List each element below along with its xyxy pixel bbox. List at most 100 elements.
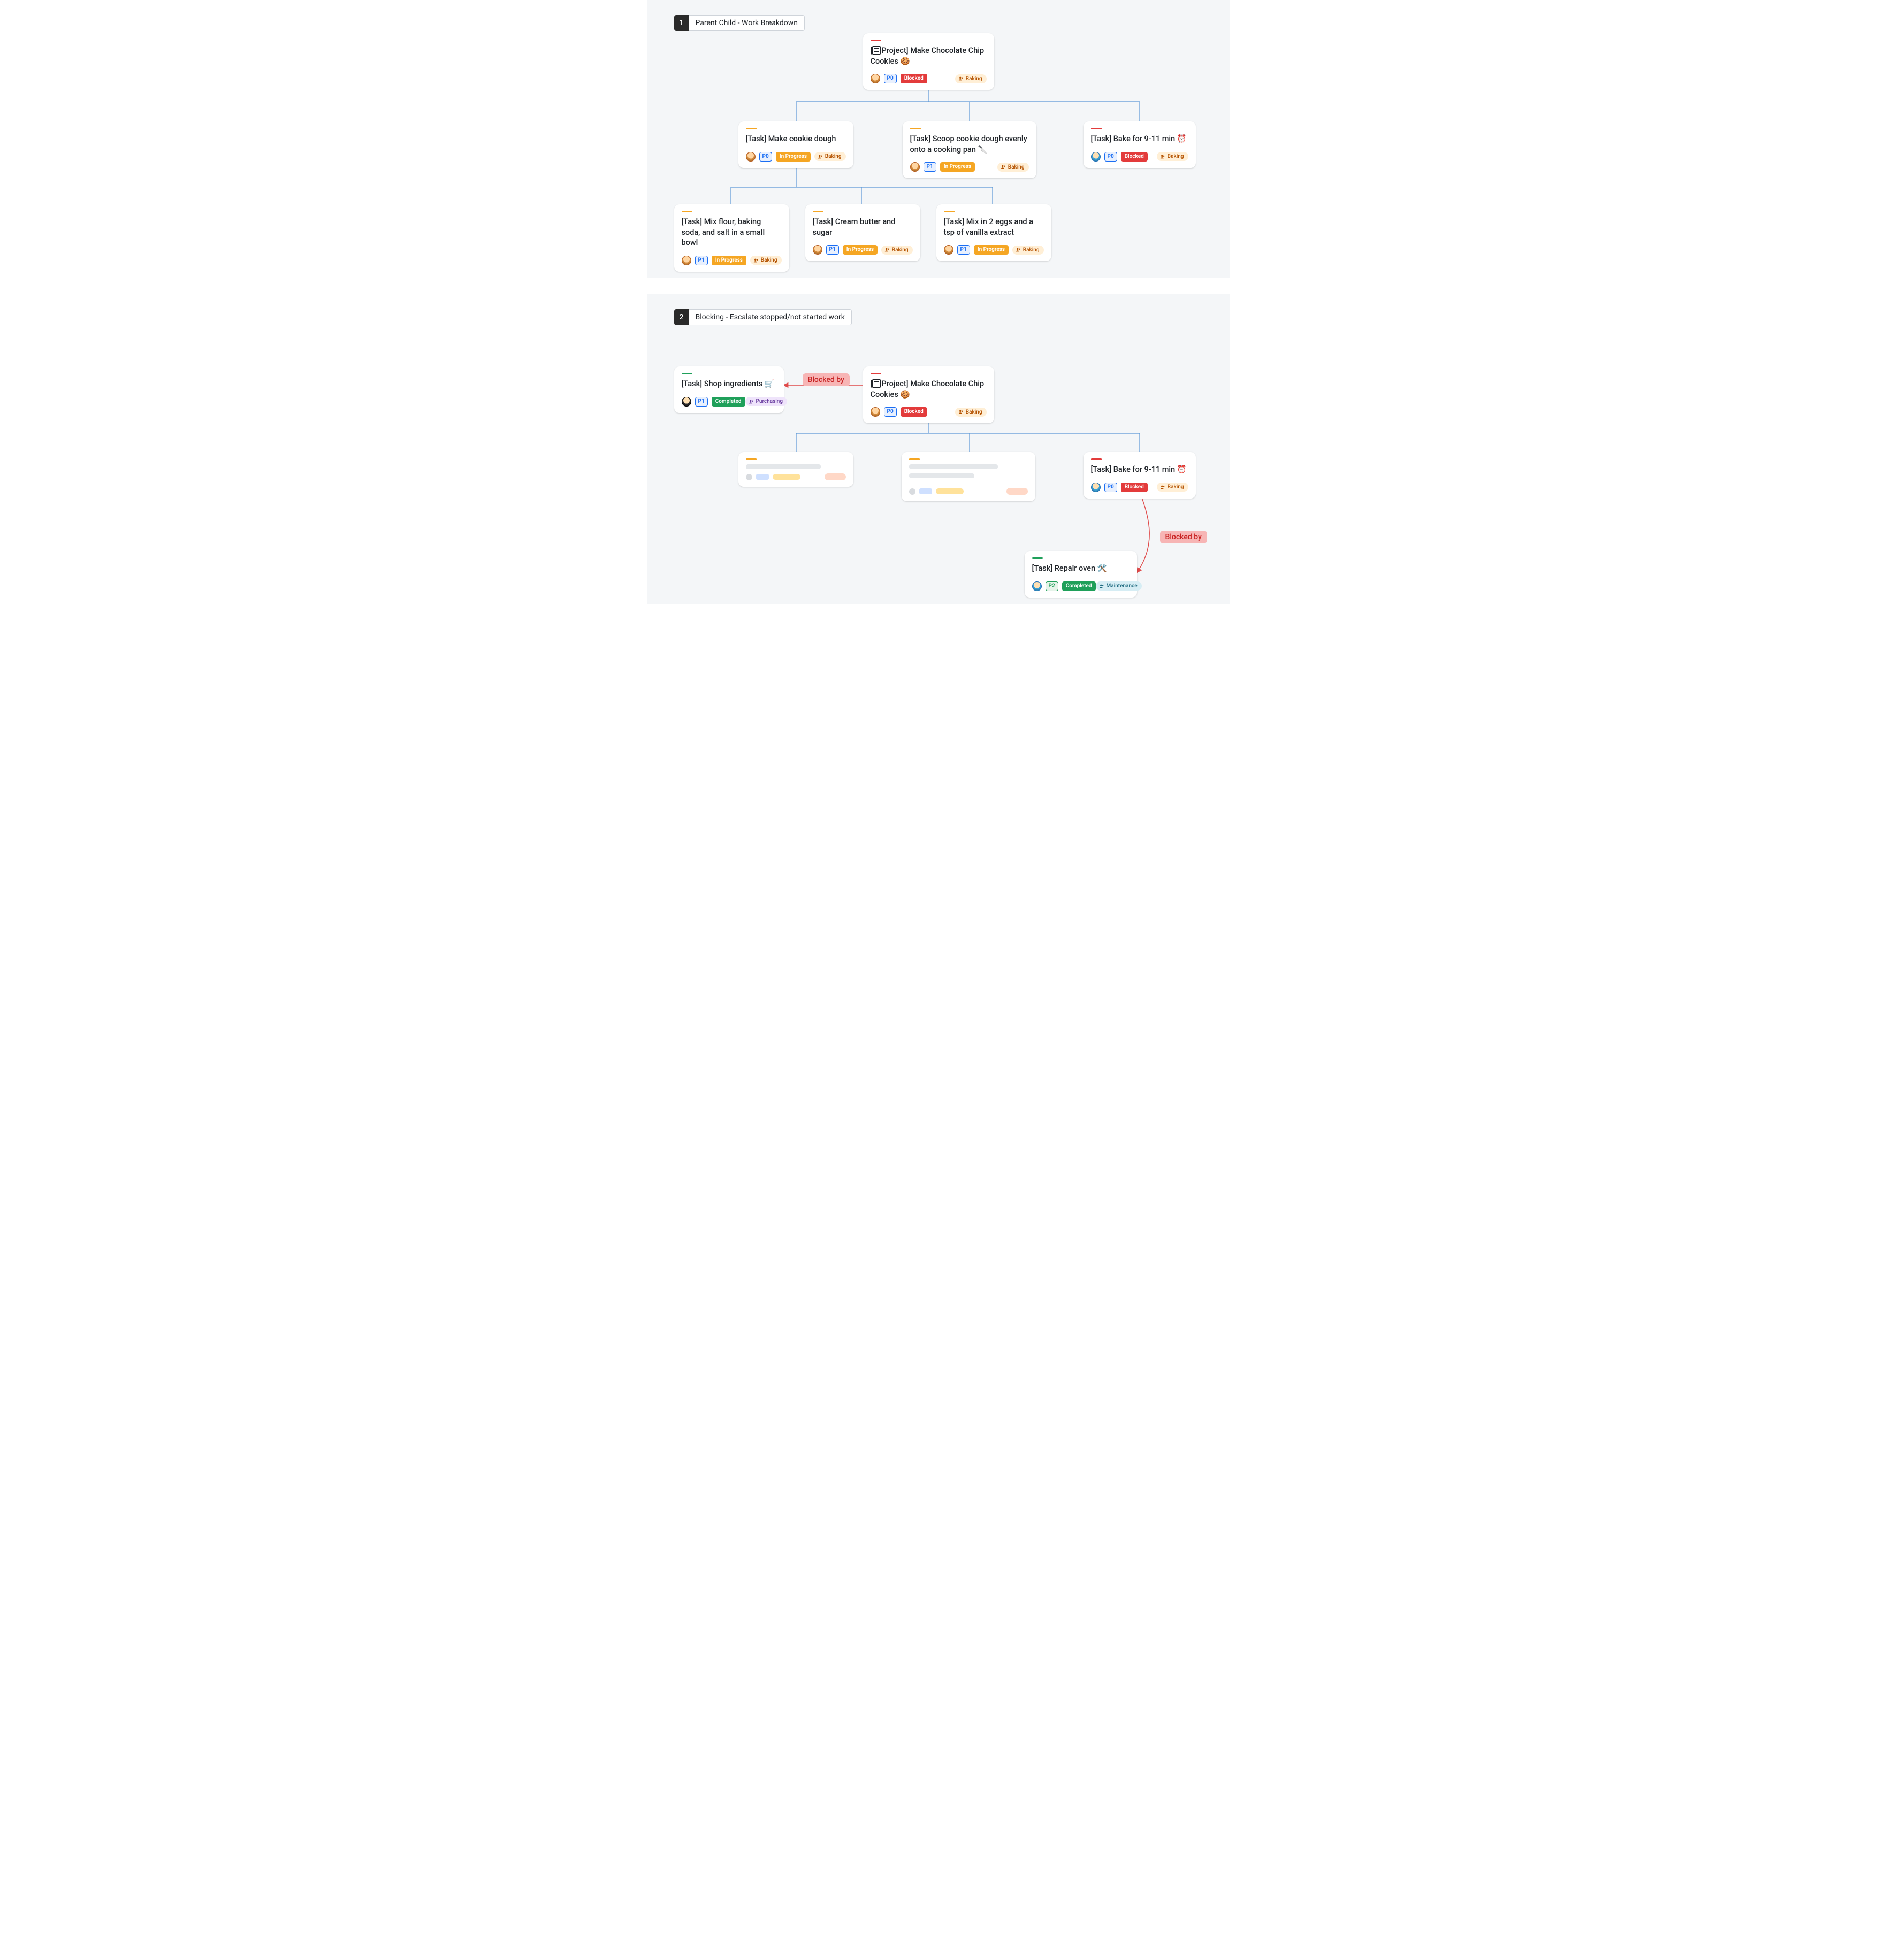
card-title: [Task] Repair oven 🛠️ xyxy=(1032,563,1130,574)
status-bar xyxy=(682,373,692,374)
status-pill: In Progress xyxy=(974,245,1009,255)
card-title: [Project] Make Chocolate Chip Cookies 🍪 xyxy=(871,45,987,66)
category-tag: Baking xyxy=(1157,152,1188,161)
status-pill: Blocked xyxy=(1121,152,1148,162)
skeleton-priority xyxy=(756,474,769,480)
card-task-shop-ingredients[interactable]: [Task] Shop ingredients 🛒 P1 Completed P… xyxy=(674,366,784,413)
section-label: Parent Child - Work Breakdown xyxy=(689,15,805,31)
skeleton-status xyxy=(936,488,964,494)
skeleton-status xyxy=(773,474,800,480)
card-task-cream-butter[interactable]: [Task] Cream butter and sugar P1 In Prog… xyxy=(805,204,920,261)
team-icon xyxy=(1016,247,1021,252)
team-icon xyxy=(1160,485,1165,490)
team-icon xyxy=(1160,154,1165,159)
skeleton-tag xyxy=(1006,488,1028,495)
team-icon xyxy=(958,76,964,81)
priority-badge: P0 xyxy=(1104,152,1117,162)
skeleton-priority xyxy=(919,488,932,494)
category-tag: Baking xyxy=(955,408,987,417)
assignee-avatar xyxy=(944,245,953,255)
skeleton-text xyxy=(909,464,998,469)
assignee-avatar xyxy=(871,407,880,417)
status-pill: In Progress xyxy=(776,152,811,162)
card-task-scoop-dough[interactable]: [Task] Scoop cookie dough evenly onto a … xyxy=(903,121,1036,178)
assignee-avatar xyxy=(682,256,691,265)
priority-badge: P1 xyxy=(957,245,970,255)
status-bar xyxy=(813,211,823,212)
status-bar xyxy=(944,211,955,212)
status-pill: In Progress xyxy=(843,245,878,255)
card-placeholder xyxy=(738,452,853,487)
status-bar xyxy=(1091,458,1102,460)
team-icon xyxy=(753,258,759,263)
skeleton-avatar xyxy=(909,488,915,495)
section-header: 2 Blocking - Escalate stopped/not starte… xyxy=(674,309,852,325)
status-bar xyxy=(746,458,757,460)
assignee-avatar xyxy=(682,397,691,407)
card-task-mix-eggs[interactable]: [Task] Mix in 2 eggs and a tsp of vanill… xyxy=(936,204,1051,261)
priority-badge: P0 xyxy=(884,74,897,83)
assignee-avatar xyxy=(910,162,920,172)
skeleton-text xyxy=(909,473,974,478)
assignee-avatar xyxy=(871,74,880,83)
status-bar xyxy=(682,211,692,212)
status-pill: Completed xyxy=(712,397,745,407)
assignee-avatar xyxy=(813,245,822,255)
priority-badge: P1 xyxy=(924,162,936,172)
skeleton-avatar xyxy=(746,474,752,480)
category-tag: Baking xyxy=(1157,483,1188,492)
category-tag: Baking xyxy=(814,152,846,161)
blocked-by-label: Blocked by xyxy=(803,373,850,386)
team-icon xyxy=(1001,164,1006,170)
card-project-make-cookies[interactable]: [Project] Make Chocolate Chip Cookies 🍪 … xyxy=(863,33,994,90)
status-bar xyxy=(909,458,920,460)
status-bar xyxy=(746,128,757,129)
status-pill: Completed xyxy=(1062,581,1096,591)
priority-badge: P1 xyxy=(695,256,708,265)
priority-badge: P1 xyxy=(695,397,708,407)
card-title: [Task] Make cookie dough xyxy=(746,134,846,144)
card-title: [Task] Bake for 9-11 min ⏰ xyxy=(1091,134,1188,144)
status-bar xyxy=(871,373,881,374)
priority-badge: P2 xyxy=(1046,581,1058,591)
card-title: [Task] Mix in 2 eggs and a tsp of vanill… xyxy=(944,217,1044,238)
status-pill: Blocked xyxy=(1121,483,1148,492)
document-icon xyxy=(872,379,881,388)
assignee-avatar xyxy=(746,152,756,162)
priority-badge: P0 xyxy=(759,152,772,162)
document-icon xyxy=(872,46,881,55)
assignee-avatar xyxy=(1091,483,1101,492)
card-title: [Task] Scoop cookie dough evenly onto a … xyxy=(910,134,1029,155)
category-tag: Maintenance xyxy=(1096,581,1142,591)
skeleton-tag xyxy=(825,473,846,480)
category-tag: Baking xyxy=(881,246,913,255)
card-placeholder xyxy=(902,452,1035,501)
card-project-make-cookies[interactable]: [Project] Make Chocolate Chip Cookies 🍪 … xyxy=(863,366,994,423)
team-icon xyxy=(884,247,890,252)
section-header: 1 Parent Child - Work Breakdown xyxy=(674,15,805,31)
section-number-badge: 1 xyxy=(674,15,689,31)
card-task-bake[interactable]: [Task] Bake for 9-11 min ⏰ P0 Blocked Ba… xyxy=(1084,121,1196,168)
assignee-avatar xyxy=(1091,152,1101,162)
team-icon xyxy=(1099,584,1104,589)
status-bar xyxy=(1091,128,1102,129)
assignee-avatar xyxy=(1032,581,1042,591)
category-tag: Baking xyxy=(750,256,782,265)
card-title: [Project] Make Chocolate Chip Cookies 🍪 xyxy=(871,379,987,400)
section-label: Blocking - Escalate stopped/not started … xyxy=(689,309,851,325)
status-bar xyxy=(1032,557,1043,559)
priority-badge: P0 xyxy=(884,407,897,417)
blocked-by-label: Blocked by xyxy=(1160,531,1207,543)
card-task-bake[interactable]: [Task] Bake for 9-11 min ⏰ P0 Blocked Ba… xyxy=(1084,452,1196,499)
card-task-repair-oven[interactable]: [Task] Repair oven 🛠️ P2 Completed Maint… xyxy=(1025,551,1137,598)
team-icon xyxy=(818,154,823,159)
team-icon xyxy=(749,399,754,404)
section-number-badge: 2 xyxy=(674,309,689,325)
status-pill: Blocked xyxy=(901,74,927,83)
card-task-make-dough[interactable]: [Task] Make cookie dough P0 In Progress … xyxy=(738,121,853,168)
category-tag: Baking xyxy=(955,74,987,83)
priority-badge: P0 xyxy=(1104,483,1117,492)
status-pill: Blocked xyxy=(901,407,927,417)
card-task-mix-flour[interactable]: [Task] Mix flour, baking soda, and salt … xyxy=(674,204,789,272)
status-bar xyxy=(910,128,921,129)
